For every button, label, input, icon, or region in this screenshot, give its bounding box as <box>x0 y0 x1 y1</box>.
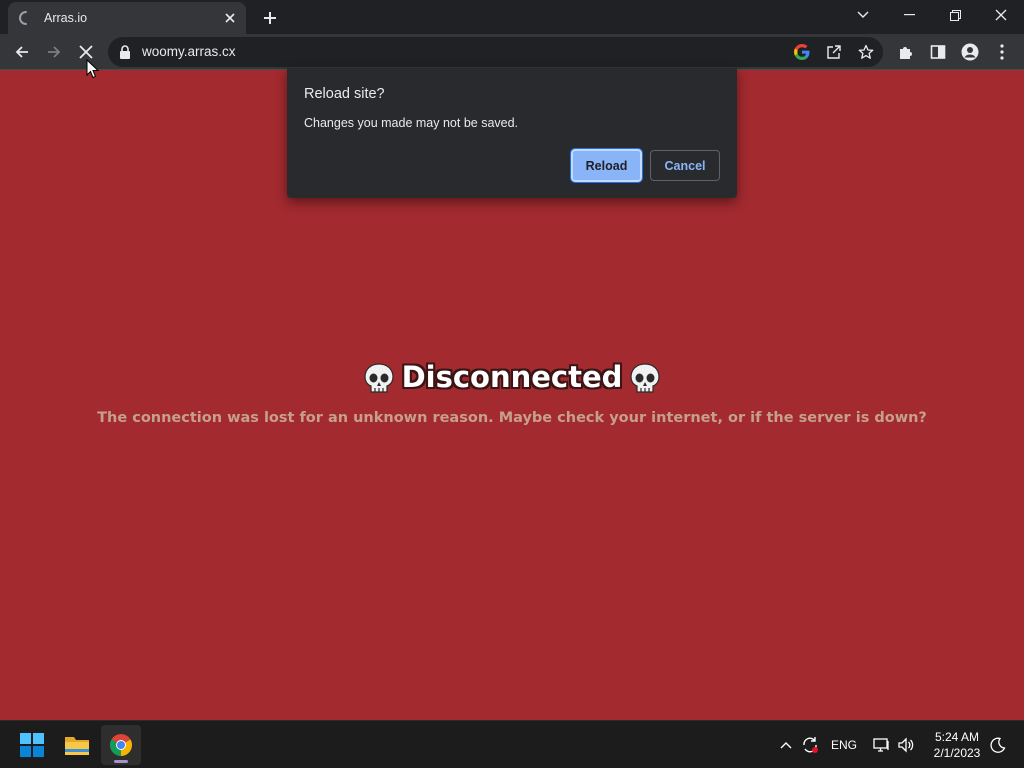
sync-icon[interactable] <box>800 735 820 755</box>
chrome-icon[interactable] <box>101 725 141 765</box>
dialog-title: Reload site? <box>304 86 385 102</box>
browser-toolbar: woomy.arras.cx <box>0 34 1024 70</box>
window-close-icon[interactable] <box>978 0 1024 30</box>
disconnected-heading: Disconnected <box>0 360 1024 396</box>
taskbar-clock[interactable]: 5:24 AM 2/1/2023 <box>924 729 990 761</box>
focus-moon-icon[interactable] <box>988 735 1008 755</box>
profile-icon[interactable] <box>956 38 984 66</box>
kebab-menu-icon[interactable] <box>988 38 1016 66</box>
disconnected-message: The connection was lost for an unknown r… <box>97 410 927 426</box>
share-icon[interactable] <box>824 42 844 62</box>
mouse-cursor-icon <box>86 58 100 79</box>
disconnected-heading-text: Disconnected <box>401 360 623 394</box>
tab-title: Arras.io <box>44 11 88 25</box>
puzzle-icon[interactable] <box>892 38 920 66</box>
browser-titlebar: Arras.io <box>0 0 1024 34</box>
skull-icon <box>628 362 662 396</box>
start-icon[interactable] <box>12 725 52 765</box>
reload-button[interactable]: Reload <box>570 148 643 183</box>
language-indicator[interactable]: ENG <box>831 738 857 752</box>
cancel-button[interactable]: Cancel <box>650 150 720 181</box>
url-text: woomy.arras.cx <box>142 44 236 59</box>
tab-close-icon[interactable] <box>220 8 240 28</box>
chevron-up-icon[interactable] <box>776 735 796 755</box>
google-icon[interactable] <box>792 42 812 62</box>
active-app-indicator <box>114 760 128 763</box>
network-icon[interactable] <box>872 735 892 755</box>
browser-tab[interactable]: Arras.io <box>8 2 246 34</box>
forward-button[interactable] <box>40 38 68 66</box>
skull-icon <box>362 362 396 396</box>
back-button[interactable] <box>8 38 36 66</box>
volume-icon[interactable] <box>896 735 916 755</box>
dialog-message: Changes you made may not be saved. <box>304 116 519 130</box>
loading-spinner-icon <box>18 10 34 26</box>
windows-taskbar: ENG 5:24 AM 2/1/2023 <box>0 720 1024 768</box>
new-tab-button[interactable] <box>258 6 282 30</box>
restore-icon[interactable] <box>932 0 978 30</box>
address-bar[interactable]: woomy.arras.cx <box>108 37 883 67</box>
tab-search-icon[interactable] <box>840 0 886 30</box>
side-panel-icon[interactable] <box>924 38 952 66</box>
lock-icon[interactable] <box>118 44 132 60</box>
clock-date: 2/1/2023 <box>933 746 981 760</box>
minimize-icon[interactable] <box>886 0 932 30</box>
star-icon[interactable] <box>856 42 876 62</box>
reload-site-dialog: Reload site? Changes you made may not be… <box>287 68 737 198</box>
file-explorer-icon[interactable] <box>57 725 97 765</box>
clock-time: 5:24 AM <box>934 730 980 744</box>
